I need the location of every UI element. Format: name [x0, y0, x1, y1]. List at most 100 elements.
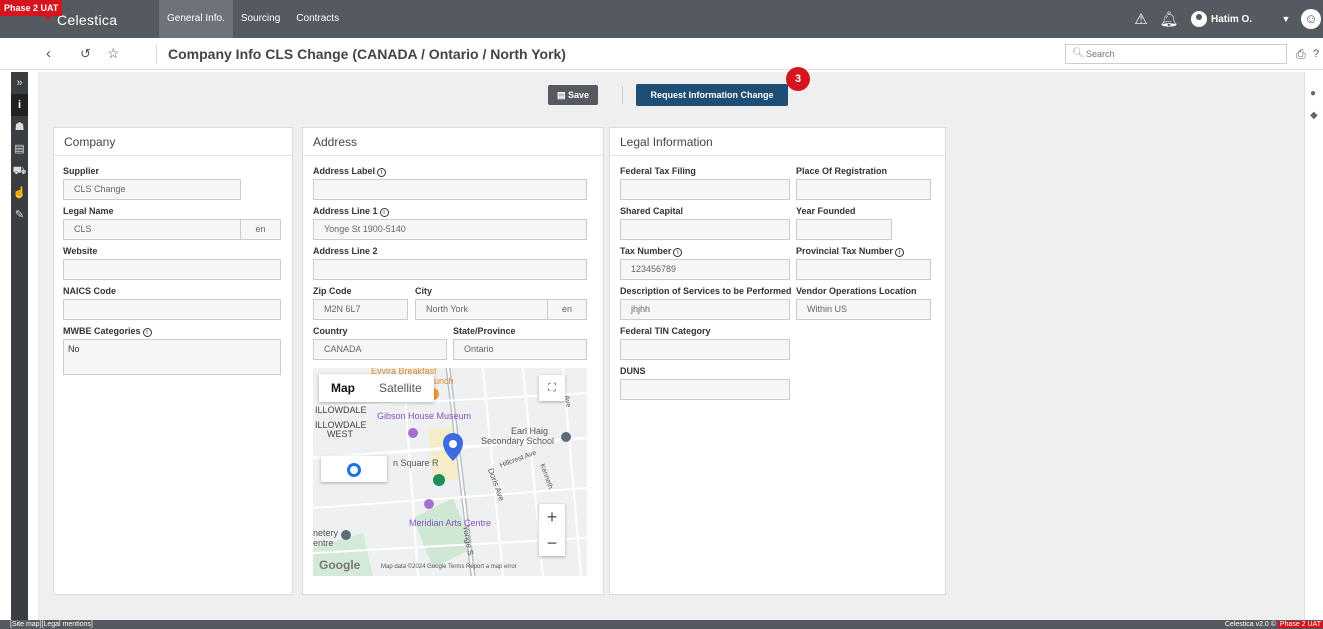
search-box[interactable]: 🔍︎: [1065, 44, 1287, 64]
map-type-toggle: Map Satellite: [319, 374, 434, 402]
fullscreen-icon[interactable]: ⛶: [539, 375, 565, 401]
duns-field[interactable]: [620, 379, 790, 400]
print-icon[interactable]: ⎙: [1296, 47, 1306, 62]
shared-capital-label: Shared Capital: [620, 206, 684, 216]
star-icon[interactable]: ☆: [107, 45, 120, 62]
company-panel: Company Supplier CLS Change Legal Name C…: [53, 127, 293, 595]
vendor-operations-location-field[interactable]: Within US: [796, 299, 931, 320]
info-icon[interactable]: i: [379, 208, 389, 217]
naics-code-field[interactable]: [63, 299, 281, 320]
tab-contracts[interactable]: Contracts: [288, 0, 347, 38]
provincial-tax-number-text: Provincial Tax Number: [796, 246, 893, 256]
location-map[interactable]: Eyvira Breakfast Lunch ILLOWDALE Gibson …: [313, 368, 587, 576]
year-founded-field[interactable]: [796, 219, 892, 240]
info-icon[interactable]: i: [142, 328, 152, 337]
user-name[interactable]: Hatim O.: [1211, 14, 1271, 25]
comments-icon[interactable]: ◆: [1310, 110, 1318, 121]
map-label: Earl Haig: [511, 426, 549, 436]
provincial-tax-number-label: Provincial Tax Number i: [796, 246, 904, 257]
address-line1-label: Address Line 1i: [313, 206, 389, 217]
supplier-field[interactable]: CLS Change: [63, 179, 241, 200]
map-label: entre: [313, 538, 334, 548]
provincial-tax-number-field[interactable]: [796, 259, 931, 280]
address-label-label: Address Label i: [313, 166, 387, 177]
map-label: Meridian Arts Centre: [409, 518, 492, 528]
expand-sidebar-icon[interactable]: »: [11, 72, 28, 94]
edit-icon[interactable]: ✎: [11, 204, 28, 226]
legal-panel-title: Legal Information: [610, 128, 945, 156]
contacts-icon[interactable]: ☗: [11, 116, 28, 138]
federal-tin-category-label: Federal TIN Category: [620, 326, 711, 336]
documents-icon[interactable]: ▤: [11, 138, 28, 160]
tab-sourcing[interactable]: Sourcing: [233, 0, 288, 38]
services-description-field[interactable]: jhjhh: [620, 299, 790, 320]
place-of-registration-field[interactable]: [796, 179, 931, 200]
tax-number-label: Tax Number i: [620, 246, 683, 257]
footer-links[interactable]: [Site map][Legal mentions]: [10, 620, 93, 629]
brand-logo[interactable]: Celestica: [57, 12, 117, 28]
cart-icon[interactable]: ⛟: [11, 160, 28, 182]
mwbe-categories-label: MWBE Categories i: [63, 326, 152, 337]
legal-name-label: Legal Name: [63, 206, 114, 216]
info-icon[interactable]: i: [377, 168, 387, 177]
address-line1-field[interactable]: Yonge St 1900-5140: [313, 219, 587, 240]
legal-name-field[interactable]: CLS: [63, 219, 241, 240]
mwbe-categories-field[interactable]: No: [63, 339, 281, 375]
info-icon[interactable]: i: [11, 94, 28, 116]
duns-label: DUNS: [620, 366, 646, 376]
accessibility-icon[interactable]: ☺: [1301, 9, 1321, 29]
place-of-registration-label: Place Of Registration: [796, 166, 888, 176]
map-label: Secondary School: [481, 436, 555, 446]
year-founded-label: Year Founded: [796, 206, 856, 216]
main-content: ▤ Save Request Information Change 3 Comp…: [38, 67, 1304, 620]
footer-version-text: Celestica v2.0 ©: [1224, 621, 1276, 628]
website-field[interactable]: [63, 259, 281, 280]
tab-general-info[interactable]: General Info.: [159, 0, 233, 38]
page-header: ‹ ↺ ☆ Company Info CLS Change (CANADA / …: [0, 38, 1323, 70]
address-label-field[interactable]: [313, 179, 587, 200]
user-avatar-icon[interactable]: [1191, 11, 1207, 27]
my-location-button[interactable]: [321, 456, 387, 482]
services-description-label: Description of Services to be Performed: [620, 286, 792, 296]
city-field[interactable]: North York: [415, 299, 548, 320]
chevron-down-icon[interactable]: ▼: [1271, 14, 1301, 24]
thumbs-up-icon[interactable]: ☝: [11, 182, 28, 204]
map-attribution[interactable]: Map data ©2024 Google Terms Report a map…: [381, 564, 517, 570]
top-right-controls: ⚠ 🔔︎ Hatim O. ▼ ☺: [1127, 0, 1323, 38]
info-icon[interactable]: i: [673, 248, 683, 257]
tax-number-field[interactable]: 123456789: [620, 259, 790, 280]
vendor-operations-location-label: Vendor Operations Location: [796, 286, 917, 296]
history-icon[interactable]: ↺: [80, 46, 91, 62]
map-label: Gibson House Museum: [377, 411, 472, 421]
right-sidebar: ● ◆: [1304, 72, 1323, 620]
info-icon[interactable]: i: [894, 248, 904, 257]
shared-capital-field[interactable]: [620, 219, 790, 240]
back-icon[interactable]: ‹: [46, 45, 51, 62]
map-type-satellite-button[interactable]: Satellite: [367, 374, 434, 402]
company-panel-title: Company: [54, 128, 292, 156]
zip-code-field[interactable]: M2N 6L7: [313, 299, 408, 320]
federal-tax-filing-label: Federal Tax Filing: [620, 166, 696, 176]
bell-icon[interactable]: 🔔︎: [1155, 10, 1183, 28]
zoom-in-button[interactable]: +: [539, 504, 565, 530]
state-province-field[interactable]: Ontario: [453, 339, 587, 360]
info-icon[interactable]: ●: [1310, 88, 1316, 99]
country-field[interactable]: CANADA: [313, 339, 447, 360]
address-panel: Address Address Label i Address Line 1i Y…: [302, 127, 604, 595]
search-input[interactable]: [1086, 47, 1236, 61]
zoom-out-button[interactable]: −: [539, 530, 565, 556]
request-information-change-button[interactable]: Request Information Change: [636, 84, 788, 106]
address-panel-title: Address: [303, 128, 603, 156]
warning-icon[interactable]: ⚠: [1127, 10, 1155, 28]
map-label: n Square R: [393, 458, 439, 468]
address-line2-field[interactable]: [313, 259, 587, 280]
city-language[interactable]: en: [548, 299, 587, 320]
footer-version: Celestica v2.0 © Phase 2 UAT: [1225, 620, 1323, 629]
map-type-map-button[interactable]: Map: [319, 374, 367, 402]
federal-tin-category-field[interactable]: [620, 339, 790, 360]
help-icon[interactable]: ?: [1313, 48, 1319, 60]
legal-name-language[interactable]: en: [241, 219, 281, 240]
action-divider: [622, 86, 623, 104]
save-button[interactable]: ▤ Save: [548, 85, 599, 105]
federal-tax-filing-field[interactable]: [620, 179, 790, 200]
